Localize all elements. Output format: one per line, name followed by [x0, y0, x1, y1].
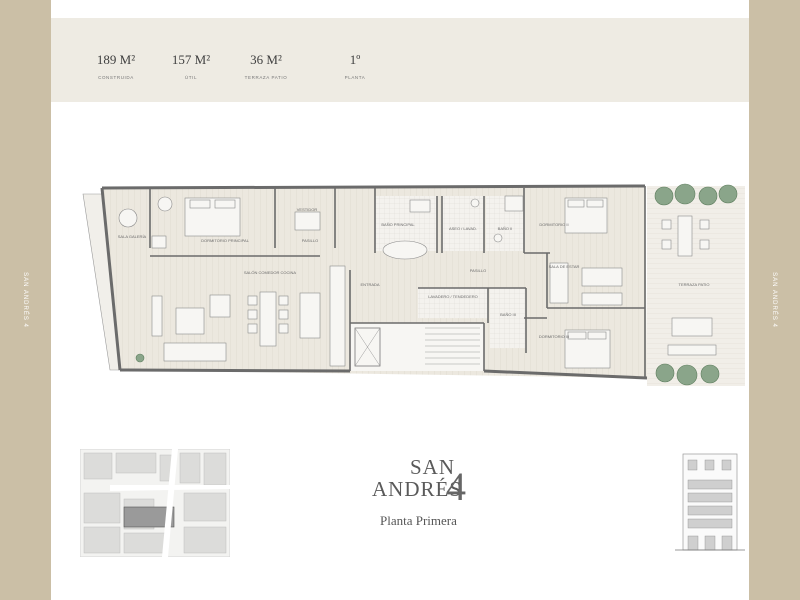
stat-terrace-area: 36 M² TERRAZA PATIO [226, 52, 306, 80]
stat-label: ÚTIL [184, 75, 198, 80]
stat-value: 189 M² [96, 52, 136, 67]
room-label-bano-3: BAÑO III [500, 312, 516, 317]
stat-value: 1º [349, 52, 361, 67]
room-label-bano-principal: BAÑO PRINCIPAL [381, 222, 415, 227]
title-number: 4 [446, 464, 466, 509]
left-side-label: SAN ANDRÉS 4 [22, 272, 28, 328]
stat-label: TERRAZA PATIO [244, 75, 288, 80]
stat-label: PLANTA [344, 75, 366, 80]
right-side-label: SAN ANDRÉS 4 [771, 272, 777, 328]
room-label-salon: SALÓN COMEDOR COCINA [244, 270, 297, 275]
floor-plan: SALA GALERÍA DORMITORIO PRINCIPAL VESTID… [82, 183, 745, 386]
room-label-terraza: TERRAZA PATIO [679, 282, 710, 287]
room-label-pasillo-1: PASILLO [302, 238, 318, 243]
room-label-vestidor: VESTIDOR [297, 207, 318, 212]
right-side-band: SAN ANDRÉS 4 [749, 0, 800, 600]
room-label-lavadero: LAVADERO / TENDEDERO [428, 294, 478, 299]
left-side-band: SAN ANDRÉS 4 [0, 0, 51, 600]
stat-value: 36 M² [250, 52, 282, 67]
stat-label: CONSTRUIDA [98, 75, 134, 80]
laundry-floor [418, 288, 488, 318]
room-label-pasillo-2: PASILLO [470, 268, 486, 273]
room-label-galeria: SALA GALERÍA [118, 234, 147, 239]
room-label-sala-estar: SALA DE ESTAR [549, 264, 580, 269]
stat-usable-area: 157 M² ÚTIL [151, 52, 231, 80]
room-label-dorm-2: DORMITORIO II [539, 222, 568, 227]
stats-header: 189 M² CONSTRUIDA 157 M² ÚTIL 36 M² TERR… [51, 18, 749, 102]
stat-built-area: 189 M² CONSTRUIDA [76, 52, 156, 80]
bathroom3-floor [490, 288, 526, 348]
title-subtitle: Planta Primera [380, 513, 457, 528]
stat-floor: 1º PLANTA [315, 52, 395, 80]
room-label-dorm-3: DORMITORIO III [539, 334, 569, 339]
location-map [80, 449, 230, 557]
room-label-bano-2: BAÑO II [498, 226, 513, 231]
room-label-dorm-principal: DORMITORIO PRINCIPAL [201, 238, 250, 243]
facade-elevation [675, 453, 745, 551]
stat-value: 157 M² [171, 52, 211, 67]
room-label-entrada: ENTRADA [360, 282, 379, 287]
room-label-aseo: ASEO / LAVAD. [449, 226, 477, 231]
